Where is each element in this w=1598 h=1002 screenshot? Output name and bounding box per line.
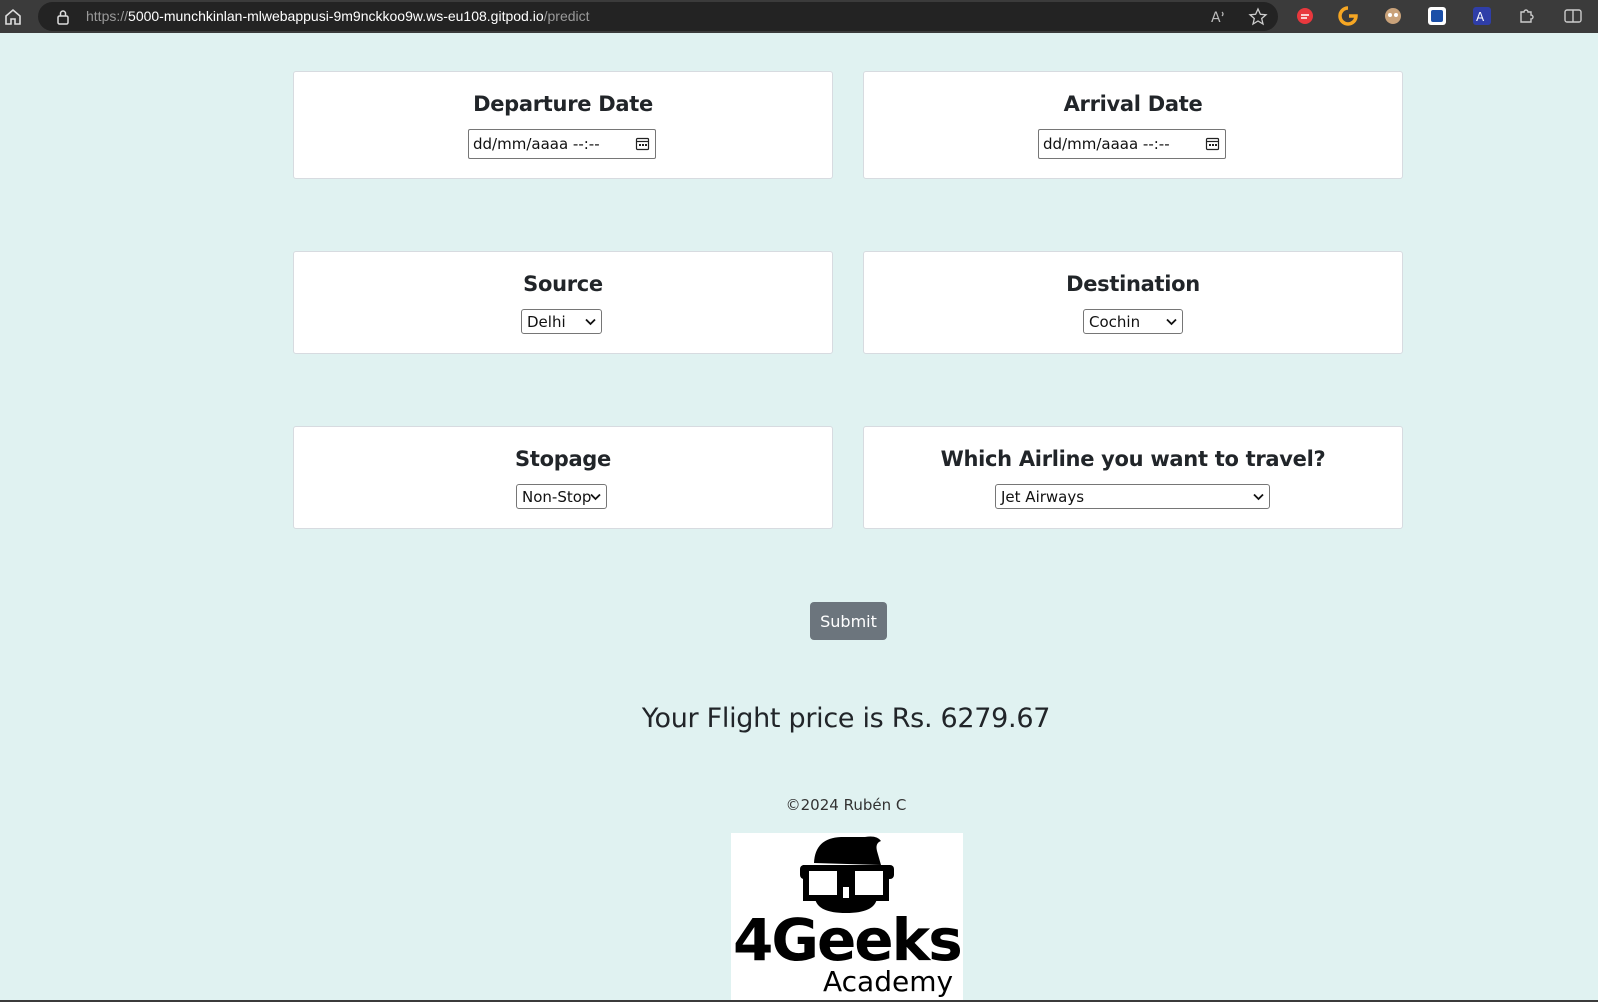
arrival-date-card: Arrival Date dd/mm/aaaa --:-- — [863, 71, 1403, 179]
read-aloud-icon[interactable]: A — [1209, 7, 1229, 27]
address-url[interactable]: https://5000-munchkinlan-mlwebappusi-9m9… — [86, 8, 590, 24]
destination-selected: Cochin — [1089, 313, 1141, 331]
departure-date-input[interactable]: dd/mm/aaaa --:-- — [468, 129, 656, 159]
footer-copyright: ©2024 Rubén C — [785, 796, 907, 814]
logo-text-academy: Academy — [823, 965, 953, 998]
url-path: /predict — [543, 8, 590, 24]
calendar-icon[interactable] — [635, 136, 650, 151]
address-bar[interactable]: https://5000-munchkinlan-mlwebappusi-9m9… — [38, 2, 1278, 31]
destination-select[interactable]: Cochin — [1083, 309, 1183, 334]
lock-icon[interactable] — [56, 9, 70, 25]
chevron-down-icon — [1166, 318, 1177, 326]
stopage-label: Stopage — [515, 447, 611, 471]
stopage-card: Stopage Non-Stop — [293, 426, 833, 529]
source-selected: Delhi — [527, 313, 566, 331]
arrival-date-label: Arrival Date — [1063, 92, 1203, 116]
extension-orange-icon[interactable] — [1338, 6, 1358, 26]
source-label: Source — [523, 272, 603, 296]
browser-toolbar: https://5000-munchkinlan-mlwebappusi-9m9… — [0, 0, 1598, 33]
arrival-date-placeholder: dd/mm/aaaa --:-- — [1043, 135, 1170, 153]
logo-text-4geeks: 4Geeks — [733, 906, 961, 974]
svg-text:A: A — [1476, 10, 1485, 24]
home-icon[interactable] — [2, 6, 24, 28]
extension-face-icon[interactable] — [1383, 6, 1403, 26]
4geeks-academy-logo: 4Geeks Academy — [731, 833, 963, 1002]
chevron-down-icon — [585, 318, 596, 326]
destination-label: Destination — [1066, 272, 1200, 296]
url-host: 5000-munchkinlan-mlwebappusi-9m9nckkoo9w… — [128, 8, 544, 24]
favorite-star-icon[interactable] — [1248, 7, 1268, 27]
departure-date-card: Departure Date dd/mm/aaaa --:-- — [293, 71, 833, 179]
airline-label: Which Airline you want to travel? — [940, 447, 1326, 471]
airline-select[interactable]: Jet Airways — [995, 484, 1270, 509]
stopage-selected: Non-Stop — [522, 488, 592, 506]
source-card: Source Delhi — [293, 251, 833, 354]
departure-date-placeholder: dd/mm/aaaa --:-- — [473, 135, 600, 153]
stopage-select[interactable]: Non-Stop — [516, 484, 607, 509]
calendar-icon[interactable] — [1205, 136, 1220, 151]
extension-red-icon[interactable] — [1295, 6, 1315, 26]
extension-blue-icon[interactable] — [1427, 6, 1447, 26]
extensions-puzzle-icon[interactable] — [1516, 6, 1536, 26]
translate-icon[interactable]: A — [1472, 6, 1492, 26]
airline-card: Which Airline you want to travel? Jet Ai… — [863, 426, 1403, 529]
arrival-date-input[interactable]: dd/mm/aaaa --:-- — [1038, 129, 1226, 159]
source-select[interactable]: Delhi — [521, 309, 602, 334]
submit-button[interactable]: Submit — [810, 602, 887, 640]
url-protocol: https:// — [86, 8, 129, 24]
departure-date-label: Departure Date — [473, 92, 653, 116]
logo-graphic: 4Geeks Academy — [733, 836, 963, 998]
svg-text:A: A — [1211, 10, 1221, 26]
split-screen-icon[interactable] — [1563, 6, 1583, 26]
destination-card: Destination Cochin — [863, 251, 1403, 354]
chevron-down-icon — [1253, 493, 1264, 501]
airline-selected: Jet Airways — [1001, 488, 1085, 506]
chevron-down-icon — [590, 493, 601, 501]
flight-price-result: Your Flight price is Rs. 6279.67 — [641, 703, 1051, 734]
